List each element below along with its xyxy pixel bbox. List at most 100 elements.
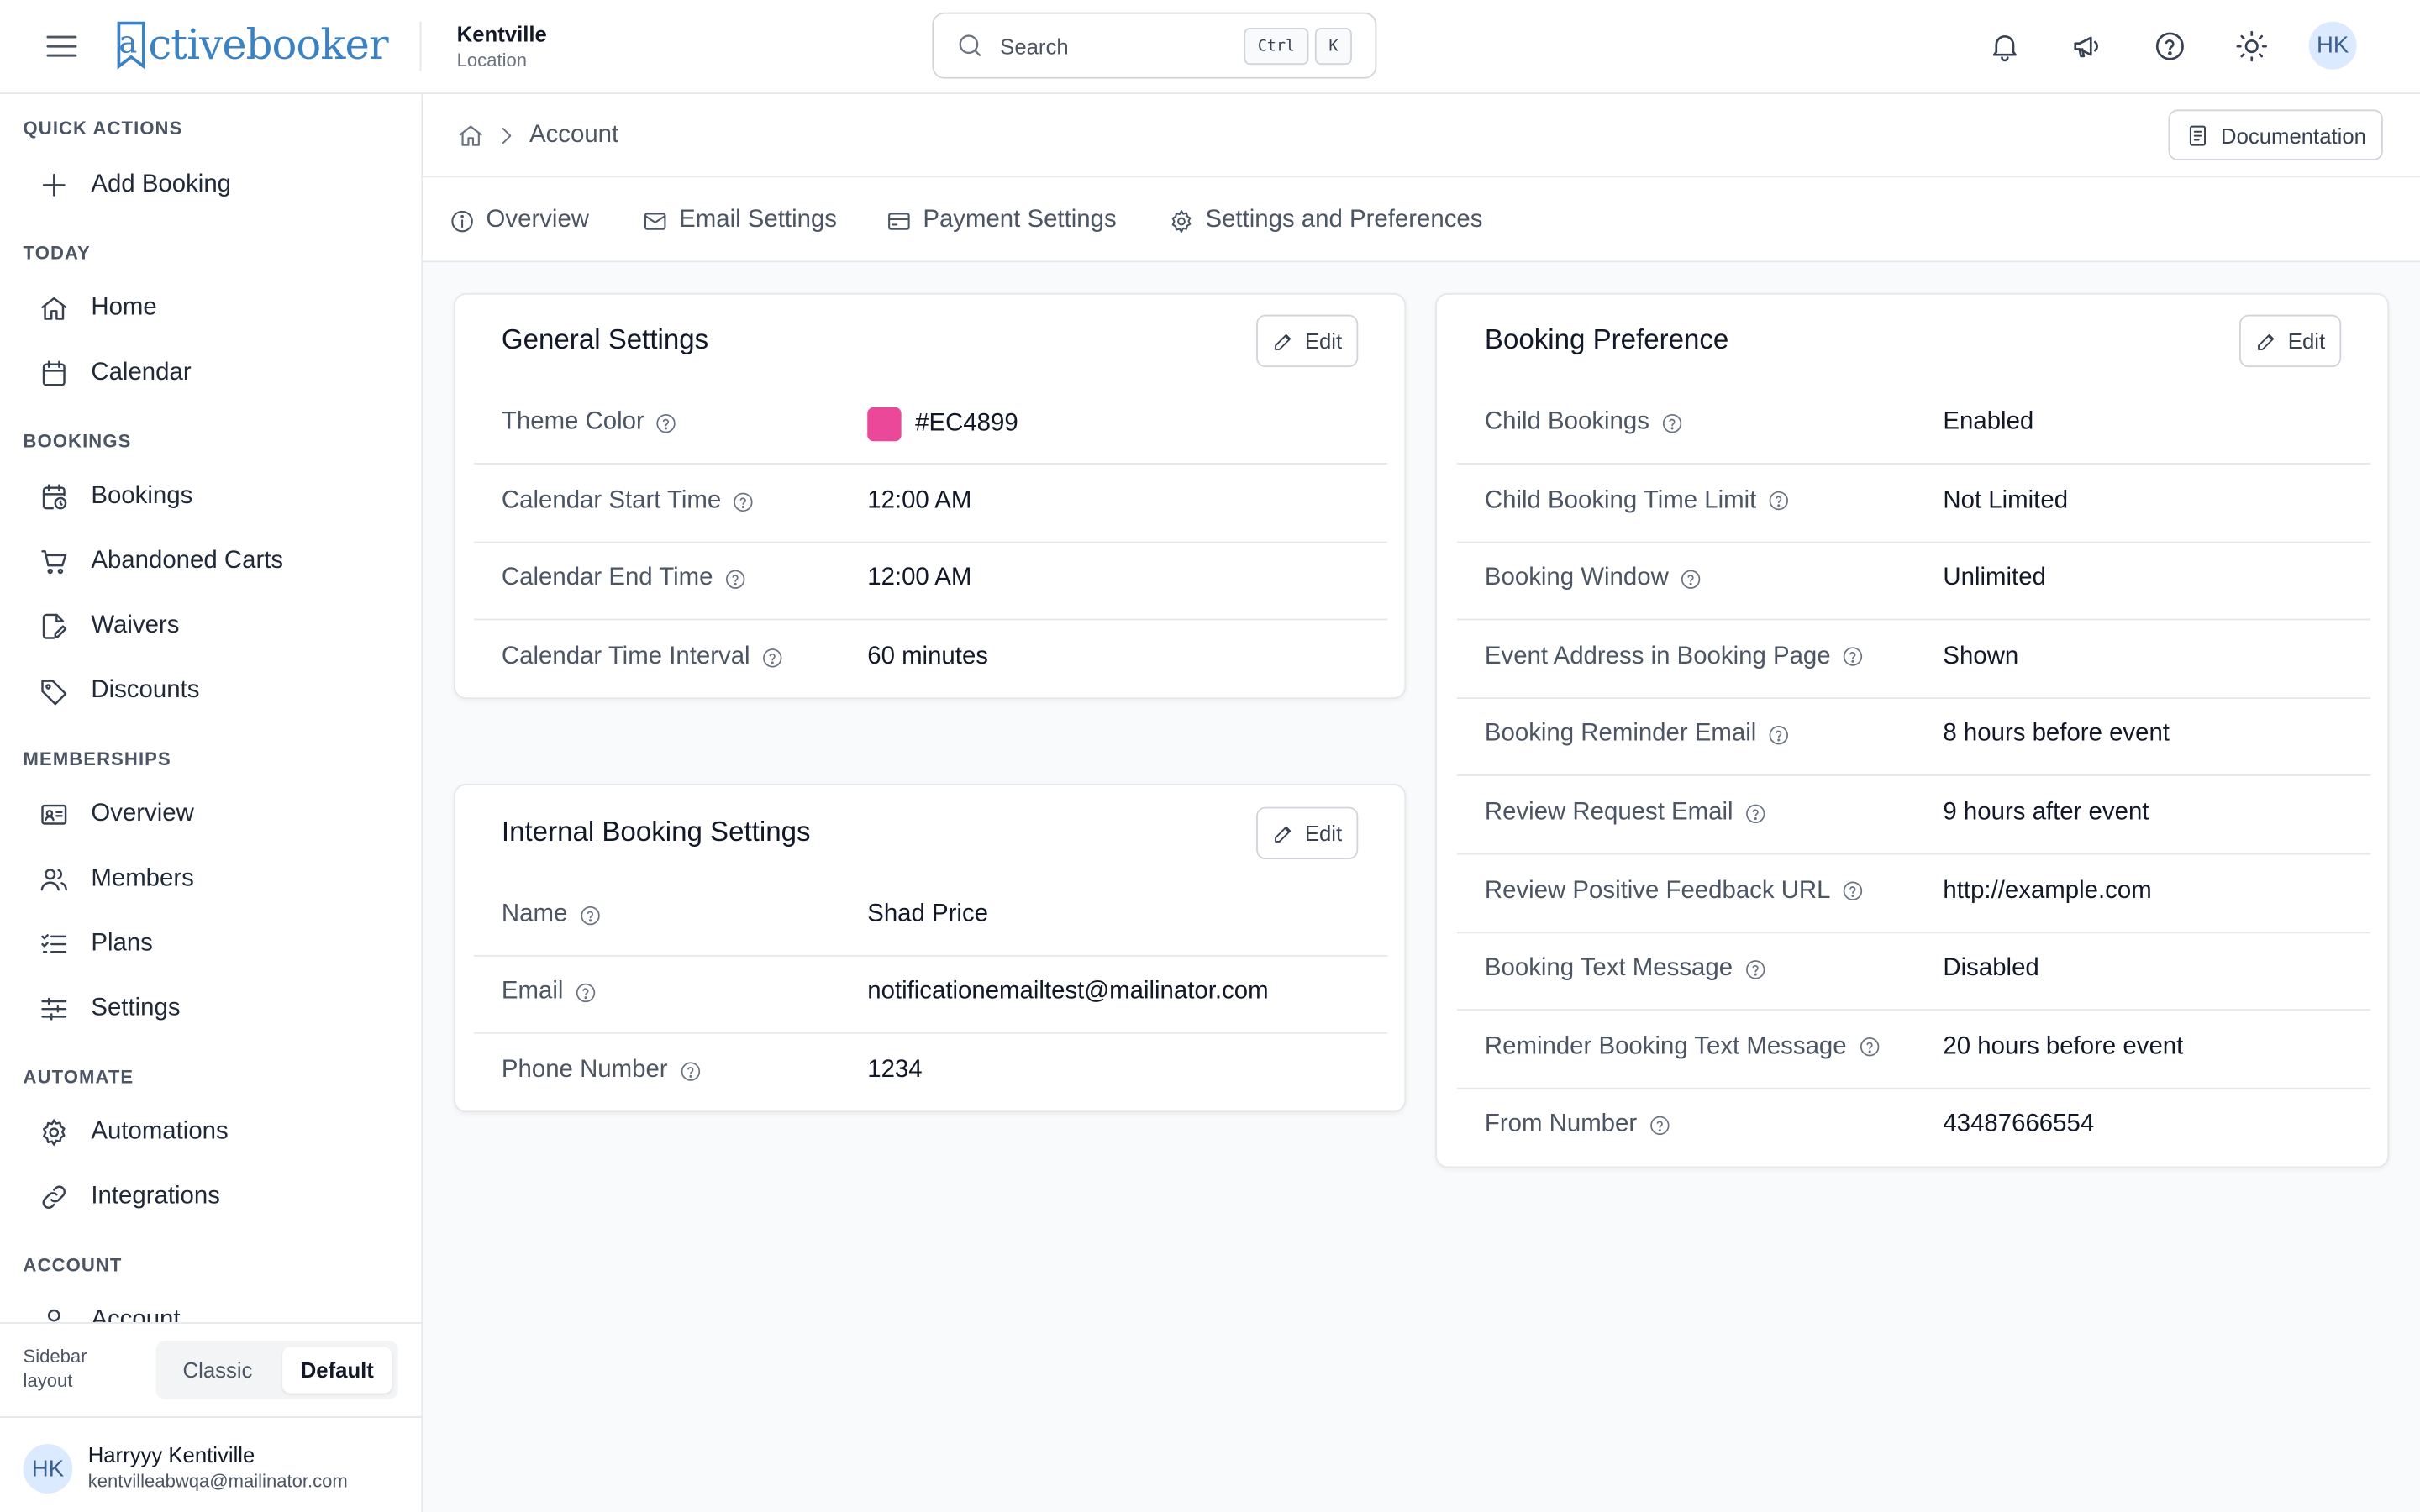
edit-booking-preference-button[interactable]: Edit — [2239, 314, 2342, 368]
help-icon[interactable] — [655, 411, 679, 434]
sidebar-section-quick-actions: QUICK ACTIONS — [23, 117, 183, 139]
layout-option-classic[interactable]: Classic — [162, 1347, 273, 1393]
sidebar-item-bookings[interactable]: Bookings — [15, 468, 408, 527]
sidebar-item-label: Account — [91, 1306, 181, 1323]
sidebar-item-home[interactable]: Home — [15, 279, 408, 338]
help-icon[interactable] — [2149, 24, 2191, 67]
preference-row: Reminder Booking Text Message 20 hours be… — [1456, 1012, 2371, 1089]
row-value: http://example.com — [1943, 877, 2152, 904]
help-icon[interactable] — [678, 1059, 702, 1083]
mail-icon — [644, 212, 666, 229]
row-label: Reminder Booking Text Message — [1485, 1033, 1881, 1061]
search-icon — [959, 34, 981, 56]
help-icon[interactable] — [1744, 958, 1767, 981]
megaphone-icon[interactable] — [2065, 24, 2108, 67]
row-label-text: Reminder Booking Text Message — [1484, 1033, 1847, 1060]
sidebar-layout-toggle: Classic Default — [155, 1341, 398, 1399]
cart-icon — [41, 550, 67, 575]
app-window: a activebooker ctivebooker Kentville Loc… — [0, 0, 2420, 1512]
sidebar-section-bookings: BOOKINGS — [23, 430, 132, 453]
edit-internal-booking-settings-button[interactable]: Edit — [1256, 806, 1359, 860]
row-label-text: Phone Number — [501, 1057, 668, 1084]
row-label-text: Name — [501, 900, 568, 927]
help-icon[interactable] — [760, 646, 784, 669]
sidebar-item-integrations[interactable]: Integrations — [15, 1168, 408, 1226]
avatar[interactable]: HK — [23, 1444, 73, 1494]
help-icon[interactable] — [1767, 723, 1791, 747]
layout-option-default[interactable]: Default — [282, 1347, 392, 1394]
row-label-text: Review Positive Feedback URL — [1484, 877, 1831, 904]
sidebar-item-discounts[interactable]: Discounts — [15, 662, 408, 721]
brand-logo[interactable]: a activebooker ctivebooker — [111, 13, 389, 77]
menu-icon[interactable] — [40, 24, 83, 67]
sidebar-item-account[interactable]: Account — [15, 1291, 408, 1322]
help-icon[interactable] — [723, 567, 747, 591]
row-label: From Number — [1485, 1111, 1671, 1139]
bell-icon[interactable] — [1983, 24, 2026, 67]
help-icon[interactable] — [1841, 645, 1865, 669]
row-value: 20 hours before event — [1943, 1033, 2184, 1060]
sidebar-item-add-booking[interactable]: Add Booking — [15, 156, 408, 215]
tab-email-settings[interactable]: Email Settings — [642, 205, 837, 236]
internal-booking-settings-card: Internal Booking Settings Edit Name Shad… — [453, 784, 1407, 1113]
row-label: Review Request Email — [1485, 799, 1767, 827]
user-avatar-top[interactable]: HK — [2308, 21, 2357, 70]
breadcrumb: Account Documentation — [423, 94, 2420, 178]
row-label: Calendar End Time — [502, 564, 747, 592]
sidebar-item-membership-settings[interactable]: Settings — [15, 979, 408, 1038]
tab-payment-settings[interactable]: Payment Settings — [886, 205, 1117, 236]
edit-label: Edit — [2287, 328, 2326, 354]
calendar-icon — [42, 360, 66, 386]
help-icon[interactable] — [1660, 411, 1684, 434]
help-icon[interactable] — [732, 490, 755, 513]
document-icon — [2189, 124, 2207, 145]
row-label-text: Event Address in Booking Page — [1484, 643, 1831, 669]
row-value: Shown — [1943, 643, 2019, 669]
list-check-icon — [41, 934, 67, 953]
sidebar-item-plans[interactable]: Plans — [15, 915, 408, 974]
sidebar-item-members[interactable]: Members — [15, 850, 408, 909]
preference-row: Event Address in Booking Page Shown — [1456, 622, 2371, 699]
location-name: Kentville — [456, 21, 547, 47]
header-divider — [419, 21, 422, 71]
help-icon[interactable] — [1857, 1036, 1881, 1059]
help-icon[interactable] — [1841, 879, 1865, 903]
sidebar-item-calendar[interactable]: Calendar — [15, 344, 408, 403]
edit-label: Edit — [1304, 328, 1343, 354]
search-input[interactable]: Search Ctrl K — [932, 12, 1377, 79]
sidebar-item-membership-overview[interactable]: Overview — [15, 785, 408, 844]
sidebar-item-label: Members — [91, 865, 194, 892]
row-label: Child Bookings — [1485, 409, 1683, 437]
brand-name-rest: ctivebooker — [148, 20, 388, 69]
help-icon[interactable] — [1648, 1114, 1671, 1137]
user-name[interactable]: Harryyy Kentiville — [88, 1442, 255, 1467]
home-icon[interactable] — [457, 122, 485, 150]
documentation-button[interactable]: Documentation — [2168, 109, 2383, 161]
card-title: Internal Booking Settings — [501, 816, 811, 848]
booking-preference-card: Booking Preference Edit Child Bookings En… — [1435, 292, 2390, 1168]
tab-overview[interactable]: Overview — [449, 205, 589, 236]
help-icon[interactable] — [578, 903, 602, 927]
edit-general-settings-button[interactable]: Edit — [1256, 314, 1359, 368]
sun-icon[interactable] — [2230, 24, 2273, 67]
color-swatch — [867, 407, 902, 442]
setting-row-calendar-time-interval: Calendar Time Interval 60 minutes — [474, 622, 1387, 699]
help-icon[interactable] — [1744, 801, 1767, 825]
users-icon — [40, 869, 68, 891]
sidebar-item-automations[interactable]: Automations — [15, 1103, 408, 1162]
card-title: General Settings — [501, 323, 709, 355]
sidebar-item-label: Automations — [91, 1118, 229, 1145]
tab-settings-and-preferences[interactable]: Settings and Preferences — [1168, 205, 1482, 236]
help-icon[interactable] — [574, 980, 597, 1004]
pencil-icon — [1275, 333, 1292, 350]
row-label-text: Theme Color — [501, 408, 644, 435]
sidebar-item-abandoned-carts[interactable]: Abandoned Carts — [15, 533, 408, 591]
help-icon[interactable] — [1680, 567, 1703, 591]
svg-text:a: a — [118, 24, 137, 60]
sidebar-item-waivers[interactable]: Waivers — [15, 597, 408, 656]
id-card-icon — [41, 804, 67, 825]
location-switcher[interactable]: Kentville Location — [457, 22, 547, 71]
help-icon[interactable] — [1767, 489, 1791, 512]
preference-row: From Number 43487666554 — [1457, 1089, 2370, 1167]
logo-bookmark-icon: a — [117, 21, 145, 70]
